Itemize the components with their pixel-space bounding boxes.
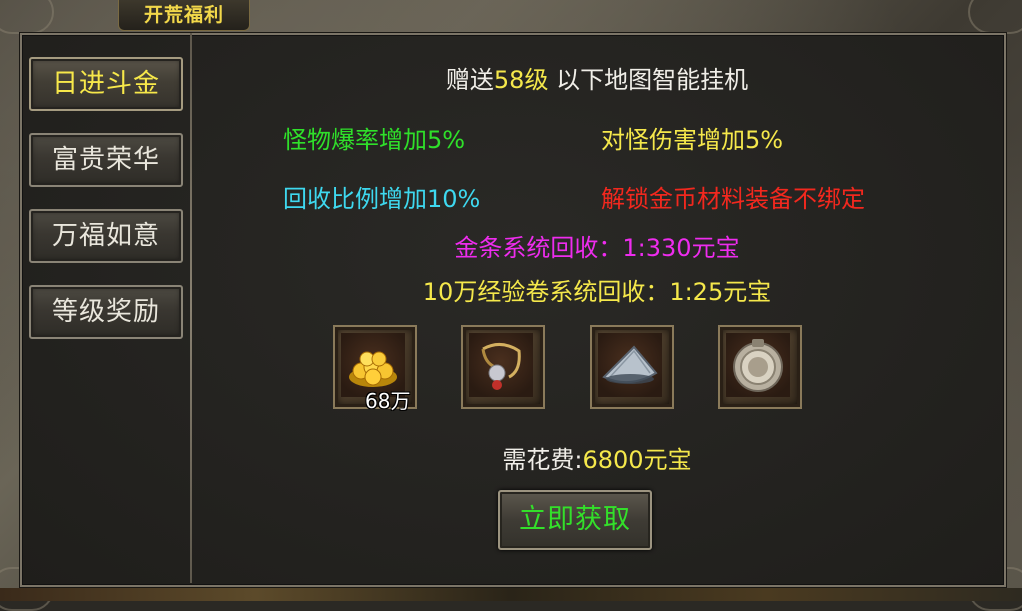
necklace-icon xyxy=(469,333,533,397)
corner-ornament xyxy=(0,0,54,34)
tab-wealth[interactable]: 富贵荣华 xyxy=(29,133,183,187)
cost-label: 需花费: xyxy=(502,446,583,474)
gift-suffix: 以下地图智能挂机 xyxy=(548,66,749,94)
cost-value: 6800元宝 xyxy=(582,446,692,474)
cost-line: 需花费:6800元宝 xyxy=(192,440,1002,475)
gift-level: 58级 xyxy=(493,66,549,94)
reward-count: 68万 xyxy=(365,389,411,413)
bamboo-hat-icon xyxy=(598,333,662,397)
claim-now-button[interactable]: 立即获取 xyxy=(498,490,652,550)
window-title: 开荒福利 xyxy=(118,0,250,31)
panel-divider xyxy=(190,33,192,583)
gift-prefix: 赠送 xyxy=(445,66,494,94)
bonus-recycle: 回收比例增加10% xyxy=(283,185,481,213)
bonus-drop-rate: 怪物爆率增加5% xyxy=(283,126,466,154)
bottom-strip xyxy=(0,588,1022,601)
gift-line: 赠送58级 以下地图智能挂机 xyxy=(192,60,1002,95)
tab-level-reward[interactable]: 等级奖励 xyxy=(29,285,183,339)
reward-slot[interactable] xyxy=(461,325,545,409)
reward-slot[interactable] xyxy=(590,325,674,409)
tab-blessing[interactable]: 万福如意 xyxy=(29,209,183,263)
reward-slot[interactable] xyxy=(718,325,802,409)
gold-bar-recycle: 金条系统回收：1:330元宝 xyxy=(454,234,740,262)
exp-scroll-recycle: 10万经验卷系统回收：1:25元宝 xyxy=(422,278,772,306)
bonus-damage: 对怪伤害增加5% xyxy=(601,126,784,154)
unlock-bind: 解锁金币材料装备不绑定 xyxy=(601,185,865,213)
reward-slot[interactable]: 68万 xyxy=(333,325,417,413)
medal-icon xyxy=(726,333,790,397)
corner-ornament xyxy=(968,0,1022,34)
tab-daily-gold[interactable]: 日进斗金 xyxy=(29,57,183,111)
